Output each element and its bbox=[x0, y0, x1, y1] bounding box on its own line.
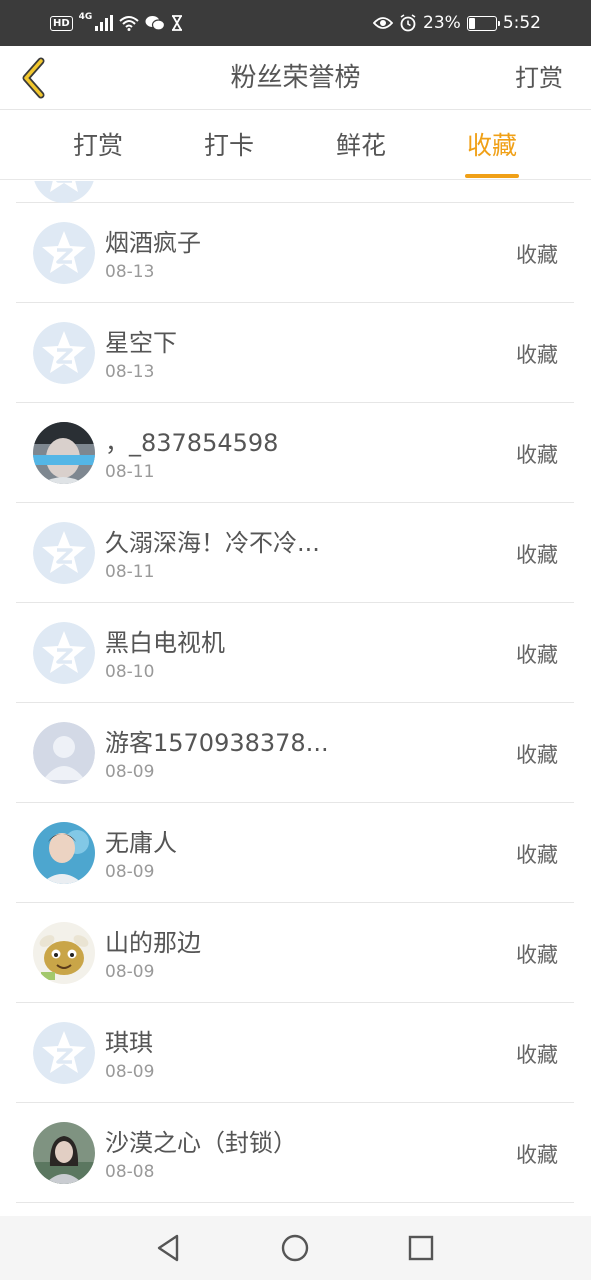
fan-name: 无庸人 bbox=[105, 829, 177, 857]
avatar bbox=[33, 222, 95, 284]
battery-level bbox=[468, 17, 476, 29]
fan-name: 山的那边 bbox=[105, 929, 201, 957]
wechat-icon bbox=[145, 16, 166, 31]
avatar bbox=[33, 622, 95, 684]
nav-recents-button[interactable] bbox=[405, 1232, 437, 1264]
favorite-label: 收藏 bbox=[516, 743, 558, 767]
fan-date: 08-09 bbox=[105, 862, 155, 882]
status-bar: HD 4G 23% 5:52 bbox=[0, 0, 591, 46]
fan-date: 08-08 bbox=[105, 1162, 155, 1182]
hd-badge: HD bbox=[50, 15, 73, 31]
square-recents-icon bbox=[408, 1235, 434, 1261]
cartoon-avatar-icon bbox=[33, 922, 95, 984]
fan-date: 08-13 bbox=[105, 362, 155, 382]
hourglass-icon bbox=[172, 15, 183, 31]
list-item-partial bbox=[16, 181, 574, 203]
circle-home-icon bbox=[281, 1234, 309, 1262]
fan-date: 08-09 bbox=[105, 1062, 155, 1082]
list-item[interactable]: 星空下 08-13 收藏 bbox=[16, 303, 574, 403]
network-type: 4G bbox=[78, 12, 93, 22]
triangle-back-icon bbox=[157, 1234, 179, 1262]
avatar bbox=[33, 1022, 95, 1084]
default-star-avatar-icon bbox=[33, 322, 95, 384]
app-header: 粉丝荣誉榜 打赏 bbox=[0, 46, 591, 110]
list-item[interactable]: 烟酒疯子 08-13 收藏 bbox=[16, 203, 574, 303]
fan-name: 黑白电视机 bbox=[105, 629, 225, 657]
fan-date: 08-09 bbox=[105, 962, 155, 982]
tab-label: 鲜花 bbox=[335, 131, 386, 160]
avatar bbox=[33, 722, 95, 784]
clock: 5:52 bbox=[502, 13, 541, 33]
favorite-label: 收藏 bbox=[516, 543, 558, 567]
tab-label: 收藏 bbox=[466, 131, 517, 160]
fan-date: 08-10 bbox=[105, 662, 155, 682]
fan-date: 08-11 bbox=[105, 462, 155, 482]
favorite-label: 收藏 bbox=[516, 943, 558, 967]
status-left: HD 4G bbox=[50, 12, 183, 34]
list-item[interactable]: 游客1570938378... 08-09 收藏 bbox=[16, 703, 574, 803]
fan-name: 久溺深海！冷不冷... bbox=[105, 529, 320, 557]
list-item[interactable]: 沙漠之心（封锁） 08-08 收藏 bbox=[16, 1103, 574, 1203]
tab-favorites[interactable]: 收藏 bbox=[432, 110, 552, 180]
reward-button[interactable]: 打赏 bbox=[515, 46, 563, 110]
avatar bbox=[33, 922, 95, 984]
alarm-icon bbox=[400, 14, 416, 32]
list-item[interactable]: ，_837854598 08-11 收藏 bbox=[16, 403, 574, 503]
avatar bbox=[33, 322, 95, 384]
favorite-label: 收藏 bbox=[516, 843, 558, 867]
photo-avatar-icon bbox=[33, 422, 95, 484]
page-title: 粉丝荣誉榜 bbox=[230, 63, 361, 93]
favorite-label: 收藏 bbox=[516, 443, 558, 467]
guest-avatar-icon bbox=[33, 722, 95, 784]
list-item[interactable]: 久溺深海！冷不冷... 08-11 收藏 bbox=[16, 503, 574, 603]
favorites-list[interactable]: 烟酒疯子 08-13 收藏 星空下 08-13 收藏 ，_837854598 0… bbox=[16, 181, 574, 1216]
avatar bbox=[33, 181, 95, 203]
default-star-avatar-icon bbox=[33, 222, 95, 284]
list-item[interactable]: 无庸人 08-09 收藏 bbox=[16, 803, 574, 903]
avatar bbox=[33, 422, 95, 484]
nav-back-button[interactable] bbox=[153, 1232, 185, 1264]
fan-name: ，_837854598 bbox=[105, 429, 279, 457]
tab-checkin[interactable]: 打卡 bbox=[169, 110, 289, 180]
tab-active-indicator bbox=[465, 174, 519, 178]
avatar bbox=[33, 1122, 95, 1184]
avatar bbox=[33, 522, 95, 584]
fan-name: 烟酒疯子 bbox=[105, 229, 201, 257]
status-right: 23% 5:52 bbox=[373, 12, 541, 34]
default-star-avatar-icon bbox=[33, 1022, 95, 1084]
tab-label: 打赏 bbox=[72, 131, 123, 160]
tab-flowers[interactable]: 鲜花 bbox=[301, 110, 421, 180]
wifi-icon bbox=[119, 16, 139, 31]
favorite-label: 收藏 bbox=[516, 343, 558, 367]
nav-home-button[interactable] bbox=[279, 1232, 311, 1264]
eye-icon bbox=[373, 17, 394, 29]
fan-name: 琪琪 bbox=[105, 1029, 153, 1057]
battery-icon bbox=[466, 15, 500, 31]
tab-bar: 打赏 打卡 鲜花 收藏 bbox=[0, 110, 591, 180]
default-star-avatar-icon bbox=[33, 622, 95, 684]
favorite-label: 收藏 bbox=[516, 643, 558, 667]
fan-name: 星空下 bbox=[105, 329, 177, 357]
list-item[interactable]: 山的那边 08-09 收藏 bbox=[16, 903, 574, 1003]
system-nav-bar bbox=[0, 1216, 591, 1280]
list-item[interactable]: 黑白电视机 08-10 收藏 bbox=[16, 603, 574, 703]
favorite-label: 收藏 bbox=[516, 1043, 558, 1067]
photo-avatar-icon bbox=[33, 822, 95, 884]
tab-label: 打卡 bbox=[203, 131, 254, 160]
fan-date: 08-13 bbox=[105, 262, 155, 282]
favorite-label: 收藏 bbox=[516, 1143, 558, 1167]
fan-name: 沙漠之心（封锁） bbox=[105, 1129, 297, 1157]
default-star-avatar-icon bbox=[33, 522, 95, 584]
photo-avatar-icon bbox=[33, 1122, 95, 1184]
fan-date: 08-11 bbox=[105, 562, 155, 582]
avatar bbox=[33, 822, 95, 884]
tab-reward[interactable]: 打赏 bbox=[38, 110, 158, 180]
favorite-label: 收藏 bbox=[516, 243, 558, 267]
signal-icon bbox=[95, 15, 114, 31]
list-item[interactable]: 琪琪 08-09 收藏 bbox=[16, 1003, 574, 1103]
fan-date: 08-09 bbox=[105, 762, 155, 782]
battery-percent: 23% bbox=[423, 13, 461, 33]
fan-name: 游客1570938378... bbox=[105, 729, 329, 757]
